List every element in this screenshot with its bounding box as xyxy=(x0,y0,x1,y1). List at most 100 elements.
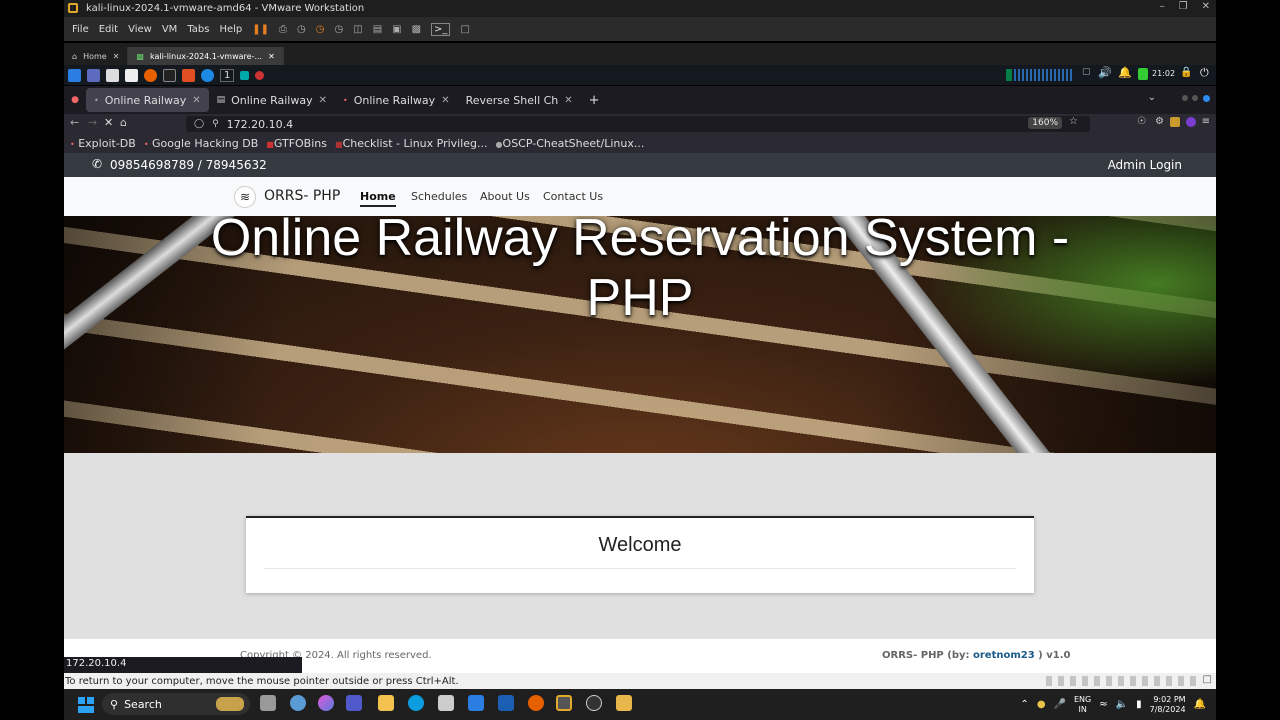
copilot-icon[interactable] xyxy=(318,695,334,711)
site-brand[interactable]: ORRS- PHP xyxy=(264,188,340,204)
pause-icon[interactable]: ❚❚ xyxy=(252,24,269,35)
bookmark-oscp-cheatsheet[interactable]: ●OSCP-CheatSheet/Linux... xyxy=(496,137,645,150)
windows-start-icon[interactable] xyxy=(78,697,94,713)
text-editor-icon[interactable] xyxy=(125,68,138,82)
app-icon[interactable] xyxy=(468,695,484,711)
chrome-icon[interactable] xyxy=(586,695,602,711)
firefox-window-icon[interactable] xyxy=(255,70,265,80)
library-icon[interactable]: ◫ xyxy=(353,24,362,35)
vmware-tab-home[interactable]: ⌂ Home ✕ xyxy=(64,47,129,65)
firefox-taskbar-icon[interactable] xyxy=(528,695,544,711)
app2-icon[interactable] xyxy=(616,695,632,711)
kali-menu-icon[interactable] xyxy=(68,68,81,82)
url-text[interactable]: 172.20.10.4 xyxy=(227,118,293,131)
app-icon[interactable] xyxy=(201,68,214,82)
menu-edit[interactable]: Edit xyxy=(99,24,118,35)
minimize-icon[interactable]: – xyxy=(1160,1,1165,12)
foxyproxy-icon[interactable] xyxy=(1170,117,1180,127)
back-icon[interactable]: ← xyxy=(70,116,79,129)
task-view-icon[interactable] xyxy=(260,695,276,711)
menu-vm[interactable]: VM xyxy=(162,24,177,35)
file-explorer-icon[interactable] xyxy=(378,695,394,711)
power-icon[interactable]: ⏻ xyxy=(1200,66,1209,80)
bookmark-google-hacking-db[interactable]: • Google Hacking DB xyxy=(144,137,258,150)
edge-icon[interactable] xyxy=(408,695,424,711)
notification-bell-icon[interactable]: 🔔 xyxy=(1118,66,1132,79)
extensions-icon[interactable]: ⚙ xyxy=(1155,116,1164,127)
taskbar-search[interactable]: ⚲ Search xyxy=(102,693,250,715)
nav-about-us[interactable]: About Us xyxy=(480,190,530,203)
bookmark-exploit-db[interactable]: • Exploit-DB xyxy=(70,137,136,150)
burp-icon[interactable] xyxy=(182,68,195,82)
forward-icon[interactable]: → xyxy=(88,116,97,129)
stop-icon[interactable]: ✕ xyxy=(104,116,113,129)
browser-tab-3[interactable]: • Online Railway ✕ xyxy=(335,88,458,112)
widgets-icon[interactable] xyxy=(290,695,306,711)
close-tab-icon[interactable]: ✕ xyxy=(319,95,327,106)
train-logo-icon[interactable]: ≋ xyxy=(234,186,256,208)
stretch-guest-icon[interactable]: □ xyxy=(460,24,469,35)
nav-contact-us[interactable]: Contact Us xyxy=(543,190,603,203)
window-icon[interactable] xyxy=(240,70,250,80)
store-icon[interactable] xyxy=(438,695,454,711)
page-info-icon[interactable]: ⚲ xyxy=(212,119,219,129)
device-status-icons[interactable] xyxy=(1046,676,1196,686)
close-tab-icon[interactable]: ✕ xyxy=(268,52,275,61)
fit-icon[interactable]: □ xyxy=(1203,674,1212,685)
volume-icon[interactable]: 🔊 xyxy=(1098,66,1112,79)
revert-snapshot-icon[interactable]: ◷ xyxy=(316,24,325,35)
snapshot-icon[interactable]: ◷ xyxy=(297,24,306,35)
shield-icon[interactable]: ◯ xyxy=(194,119,204,129)
clock[interactable]: 9:02 PM 7/8/2024 xyxy=(1150,695,1186,715)
bookmark-gtfobins[interactable]: ■GTFOBins xyxy=(266,137,327,150)
menu-view[interactable]: View xyxy=(128,24,152,35)
nav-home[interactable]: Home xyxy=(360,190,396,207)
firefox-view-icon[interactable]: ● xyxy=(64,95,86,105)
file-manager-icon[interactable] xyxy=(106,68,119,82)
lock-icon[interactable]: 🔒 xyxy=(1180,67,1192,78)
wappalyzer-icon[interactable] xyxy=(1186,117,1196,127)
battery-tray-icon[interactable]: ▮ xyxy=(1136,699,1142,710)
tray-chevron-icon[interactable]: ⌃ xyxy=(1020,699,1028,710)
terminal-icon[interactable] xyxy=(163,68,176,82)
new-tab-button[interactable]: + xyxy=(581,93,608,108)
workspace-icon[interactable] xyxy=(87,68,100,82)
teams-icon[interactable] xyxy=(346,695,362,711)
vmware-taskbar-icon[interactable] xyxy=(556,695,572,711)
fullscreen-icon[interactable]: ▣ xyxy=(392,24,401,35)
workspace-indicator[interactable]: 1 xyxy=(220,68,235,82)
window-close-dot-icon[interactable] xyxy=(1203,95,1210,102)
tray-app-icon[interactable]: ● xyxy=(1037,699,1046,710)
bookmark-checklist[interactable]: ■Checklist - Linux Privileg... xyxy=(335,137,488,150)
admin-login-link[interactable]: Admin Login xyxy=(1108,158,1182,172)
maximize-icon[interactable]: ❐ xyxy=(1179,1,1188,12)
menu-file[interactable]: File xyxy=(72,24,89,35)
firefox-icon[interactable] xyxy=(144,68,157,82)
bookmark-star-icon[interactable]: ☆ xyxy=(1069,116,1078,127)
close-tab-icon[interactable]: ✕ xyxy=(192,95,200,106)
language-indicator[interactable]: ENG IN xyxy=(1074,695,1091,715)
wifi-icon[interactable]: ≈ xyxy=(1099,699,1107,710)
close-tab-icon[interactable]: ✕ xyxy=(441,95,449,106)
send-ctrl-alt-del-icon[interactable]: ⎙ xyxy=(279,24,287,35)
browser-tab-2[interactable]: ▤ Online Railway ✕ xyxy=(209,88,335,112)
browser-tab-4[interactable]: Reverse Shell Ch ✕ xyxy=(458,88,581,112)
snapshot-manager-icon[interactable]: ◷ xyxy=(335,24,344,35)
home-icon[interactable]: ⌂ xyxy=(120,116,127,129)
menu-tabs[interactable]: Tabs xyxy=(187,24,209,35)
nav-schedules[interactable]: Schedules xyxy=(411,190,467,203)
pocket-icon[interactable]: ☉ xyxy=(1137,116,1146,127)
menu-icon[interactable]: ≡ xyxy=(1202,116,1210,127)
url-bar[interactable]: ◯ ⚲ 172.20.10.4 xyxy=(186,116,1090,132)
notification-icon[interactable]: 🔔 xyxy=(1194,699,1206,710)
close-tab-icon[interactable]: ✕ xyxy=(113,52,120,61)
close-icon[interactable]: ✕ xyxy=(1202,1,1210,12)
microphone-icon[interactable]: 🎤 xyxy=(1054,699,1066,710)
vmware-tab-kali[interactable]: ▩ kali-linux-2024.1-vmware-... ✕ xyxy=(128,47,284,65)
close-tab-icon[interactable]: ✕ xyxy=(564,95,572,106)
outlook-icon[interactable] xyxy=(498,695,514,711)
console-view-icon[interactable]: >_ xyxy=(431,22,451,36)
footer-credit-author-link[interactable]: oretnom23 xyxy=(973,650,1035,661)
menu-help[interactable]: Help xyxy=(219,24,242,35)
list-tabs-icon[interactable]: ⌄ xyxy=(1148,92,1156,103)
